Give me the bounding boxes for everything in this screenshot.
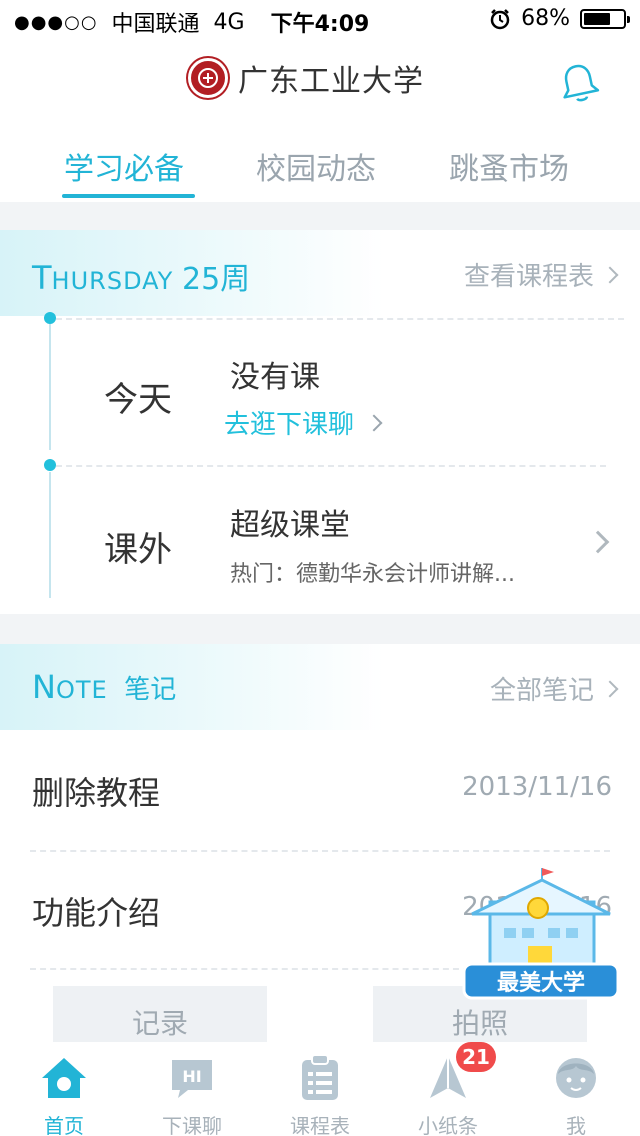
unread-badge: 21: [456, 1042, 496, 1072]
nav-label-timetable: 课程表: [290, 1114, 350, 1136]
nav-label-notes-paper: 小纸条: [418, 1114, 478, 1136]
timeline-line: [49, 472, 51, 598]
nav-item-notes-paper[interactable]: 21 小纸条: [384, 1042, 512, 1136]
nav-label-chat: 下课聊: [162, 1114, 222, 1136]
notes-title-cn: 笔记: [124, 675, 177, 705]
divider: [56, 465, 606, 467]
super-classroom-subtitle: 热门：德勤华永会计师讲解...: [230, 562, 515, 587]
chevron-right-icon: [601, 680, 619, 697]
note-title: 删除教程: [32, 774, 161, 812]
bottom-nav: 首页 HI 下课聊 课程表 21 小纸条 我: [0, 1042, 640, 1136]
user-avatar-icon: [556, 1058, 596, 1098]
go-chat-label: 去逛下课聊: [224, 410, 355, 440]
timeline-line: [49, 324, 51, 450]
top-tabs: 学习必备 校园动态 跳蚤市场: [0, 130, 640, 202]
status-bar: ●●●○○ 中国联通 4G 下午4:09 68%: [0, 0, 640, 40]
battery-percent: 68%: [521, 6, 570, 31]
go-chat-link[interactable]: 去逛下课聊: [224, 404, 383, 441]
no-class-text: 没有课: [230, 360, 320, 395]
schedule-title: THURSDAY 25周: [32, 259, 251, 297]
nav-item-timetable[interactable]: 课程表: [256, 1042, 384, 1136]
schedule-header: THURSDAY 25周 查看课程表: [0, 230, 640, 316]
view-timetable-link[interactable]: 查看课程表: [463, 256, 619, 293]
nav-label-home: 首页: [44, 1114, 84, 1136]
tab-study[interactable]: 学习必备: [0, 130, 213, 202]
section-divider: [0, 202, 640, 230]
bell-icon[interactable]: [556, 60, 602, 106]
chat-bubble-icon: HI: [172, 1060, 212, 1098]
nav-item-home[interactable]: 首页: [0, 1042, 128, 1136]
note-title: 功能介绍: [32, 894, 161, 932]
app-header: 广东工业大学: [0, 40, 640, 118]
chevron-right-icon: [365, 414, 383, 431]
nav-label-me: 我: [566, 1114, 586, 1136]
super-classroom-title: 超级课堂: [230, 508, 350, 543]
school-name: 广东工业大学: [238, 64, 424, 99]
timeline-dot: [44, 312, 56, 324]
notes-header: NOTE 笔记 全部笔记: [0, 644, 640, 730]
university-seal-icon: [188, 58, 228, 98]
battery-icon: [580, 8, 630, 29]
row-label-today: 今天: [104, 380, 172, 420]
record-button[interactable]: 记录: [53, 986, 267, 1046]
timeline-dot: [44, 459, 56, 471]
clipboard-icon: [302, 1054, 338, 1100]
chevron-right-icon: [586, 530, 610, 554]
mascot-badge[interactable]: 最美大学: [462, 866, 620, 1006]
home-icon: [42, 1058, 86, 1098]
tab-campus-news[interactable]: 校园动态: [213, 130, 409, 202]
section-divider: [0, 614, 640, 644]
school-brand: 广东工业大学: [188, 56, 424, 100]
alarm-clock-icon: [490, 8, 510, 29]
all-notes-link[interactable]: 全部笔记: [489, 670, 619, 707]
chevron-right-icon: [601, 266, 619, 283]
list-item[interactable]: 删除教程 2013/11/16: [0, 732, 640, 850]
note-date: 2013/11/16: [462, 772, 612, 802]
view-timetable-label: 查看课程表: [463, 262, 594, 292]
notes-title: NOTE 笔记: [32, 668, 177, 706]
nav-item-me[interactable]: 我: [512, 1042, 640, 1136]
tab-flea-market[interactable]: 跳蚤市场: [409, 130, 640, 202]
all-notes-label: 全部笔记: [489, 676, 594, 706]
row-label-extracurricular: 课外: [104, 530, 172, 570]
week-number: 25周: [181, 262, 251, 297]
mascot-text: 最美大学: [497, 970, 585, 996]
nav-item-chat[interactable]: HI 下课聊: [128, 1042, 256, 1136]
svg-text:HI: HI: [182, 1067, 201, 1086]
divider: [56, 318, 624, 320]
